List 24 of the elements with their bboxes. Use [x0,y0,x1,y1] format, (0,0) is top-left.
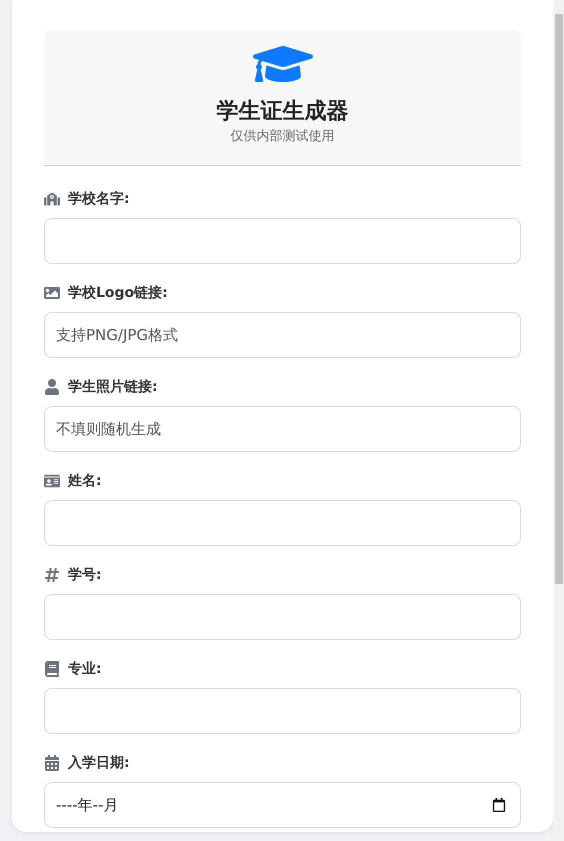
input-field[interactable]: 支持PNG/JPG格式 [44,312,521,358]
page-title: 学生证生成器 [216,98,348,126]
field-label: 专业: [68,660,102,678]
input-field[interactable] [44,688,521,734]
calendar-icon[interactable] [492,798,506,812]
input-field[interactable] [44,500,521,546]
field-label: 学生照片链接: [68,378,158,396]
field-label: 学校名字: [68,190,130,208]
user-icon [44,379,60,395]
field-label: 姓名: [68,472,102,490]
hash-icon [44,567,60,583]
input-field[interactable]: 不填则随机生成 [44,406,521,452]
book-icon [44,661,60,677]
field-label: 入学日期: [68,754,130,772]
image-icon [44,285,60,301]
page-subtitle: 仅供内部测试使用 [230,128,334,145]
field-label: 学校Logo链接: [68,284,168,302]
id-card-icon [44,473,60,489]
input-field[interactable] [44,218,521,264]
calendar-icon [44,755,60,771]
school-icon [44,191,60,207]
input-field[interactable] [44,594,521,640]
date-field[interactable]: ----年--月 [44,782,521,828]
field-label: 学号: [68,566,102,584]
